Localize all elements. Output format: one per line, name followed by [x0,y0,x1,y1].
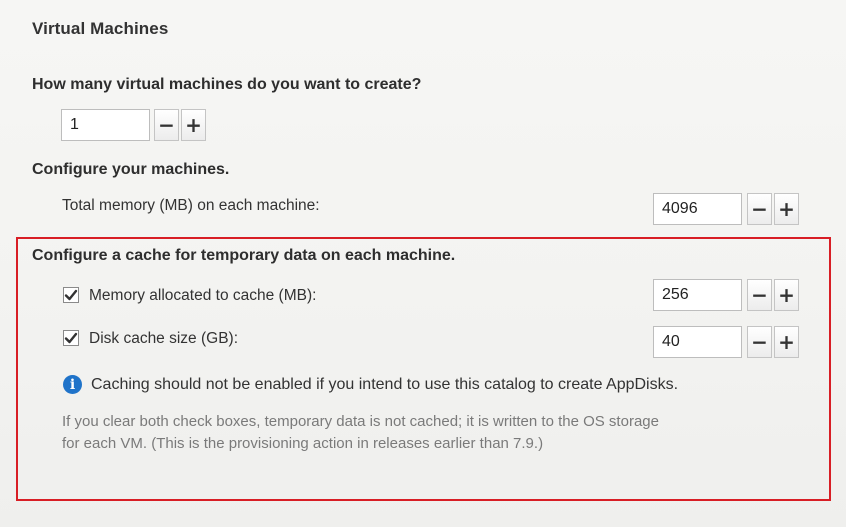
checkmark-icon [64,332,78,344]
disk-cache-increment-button[interactable]: + [774,326,799,358]
disk-cache-decrement-button[interactable]: − [747,326,772,358]
vm-count-question: How many virtual machines do you want to… [32,76,422,93]
cache-note-line-1: If you clear both check boxes, temporary… [62,413,659,430]
total-memory-stepper: − + [747,193,799,225]
virtual-machines-panel: Virtual Machines How many virtual machin… [0,0,846,527]
disk-cache-checkbox[interactable] [63,330,79,346]
cache-note: If you clear both check boxes, temporary… [62,411,659,455]
total-memory-increment-button[interactable]: + [774,193,799,225]
memory-cache-stepper: − + [747,279,799,311]
memory-cache-label: Memory allocated to cache (MB): [89,287,317,304]
disk-cache-stepper: − + [747,326,799,358]
total-memory-label: Total memory (MB) on each machine: [62,197,320,214]
section-title: Virtual Machines [32,19,169,38]
vm-count-increment-button[interactable]: + [181,109,206,141]
cache-note-line-2: for each VM. (This is the provisioning a… [62,435,544,452]
info-icon: i [63,375,82,394]
memory-cache-increment-button[interactable]: + [774,279,799,311]
memory-cache-input[interactable] [653,279,742,311]
cache-heading: Configure a cache for temporary data on … [32,247,456,264]
cache-highlight-box [16,237,831,501]
configure-machines-heading: Configure your machines. [32,161,230,178]
vm-count-decrement-button[interactable]: − [154,109,179,141]
vm-count-input[interactable] [61,109,150,141]
caching-warning-text: Caching should not be enabled if you int… [91,376,679,393]
total-memory-decrement-button[interactable]: − [747,193,772,225]
vm-count-stepper: − + [154,109,206,141]
disk-cache-input[interactable] [653,326,742,358]
memory-cache-decrement-button[interactable]: − [747,279,772,311]
checkmark-icon [64,289,78,301]
disk-cache-label: Disk cache size (GB): [89,330,239,347]
memory-cache-checkbox[interactable] [63,287,79,303]
total-memory-input[interactable] [653,193,742,225]
